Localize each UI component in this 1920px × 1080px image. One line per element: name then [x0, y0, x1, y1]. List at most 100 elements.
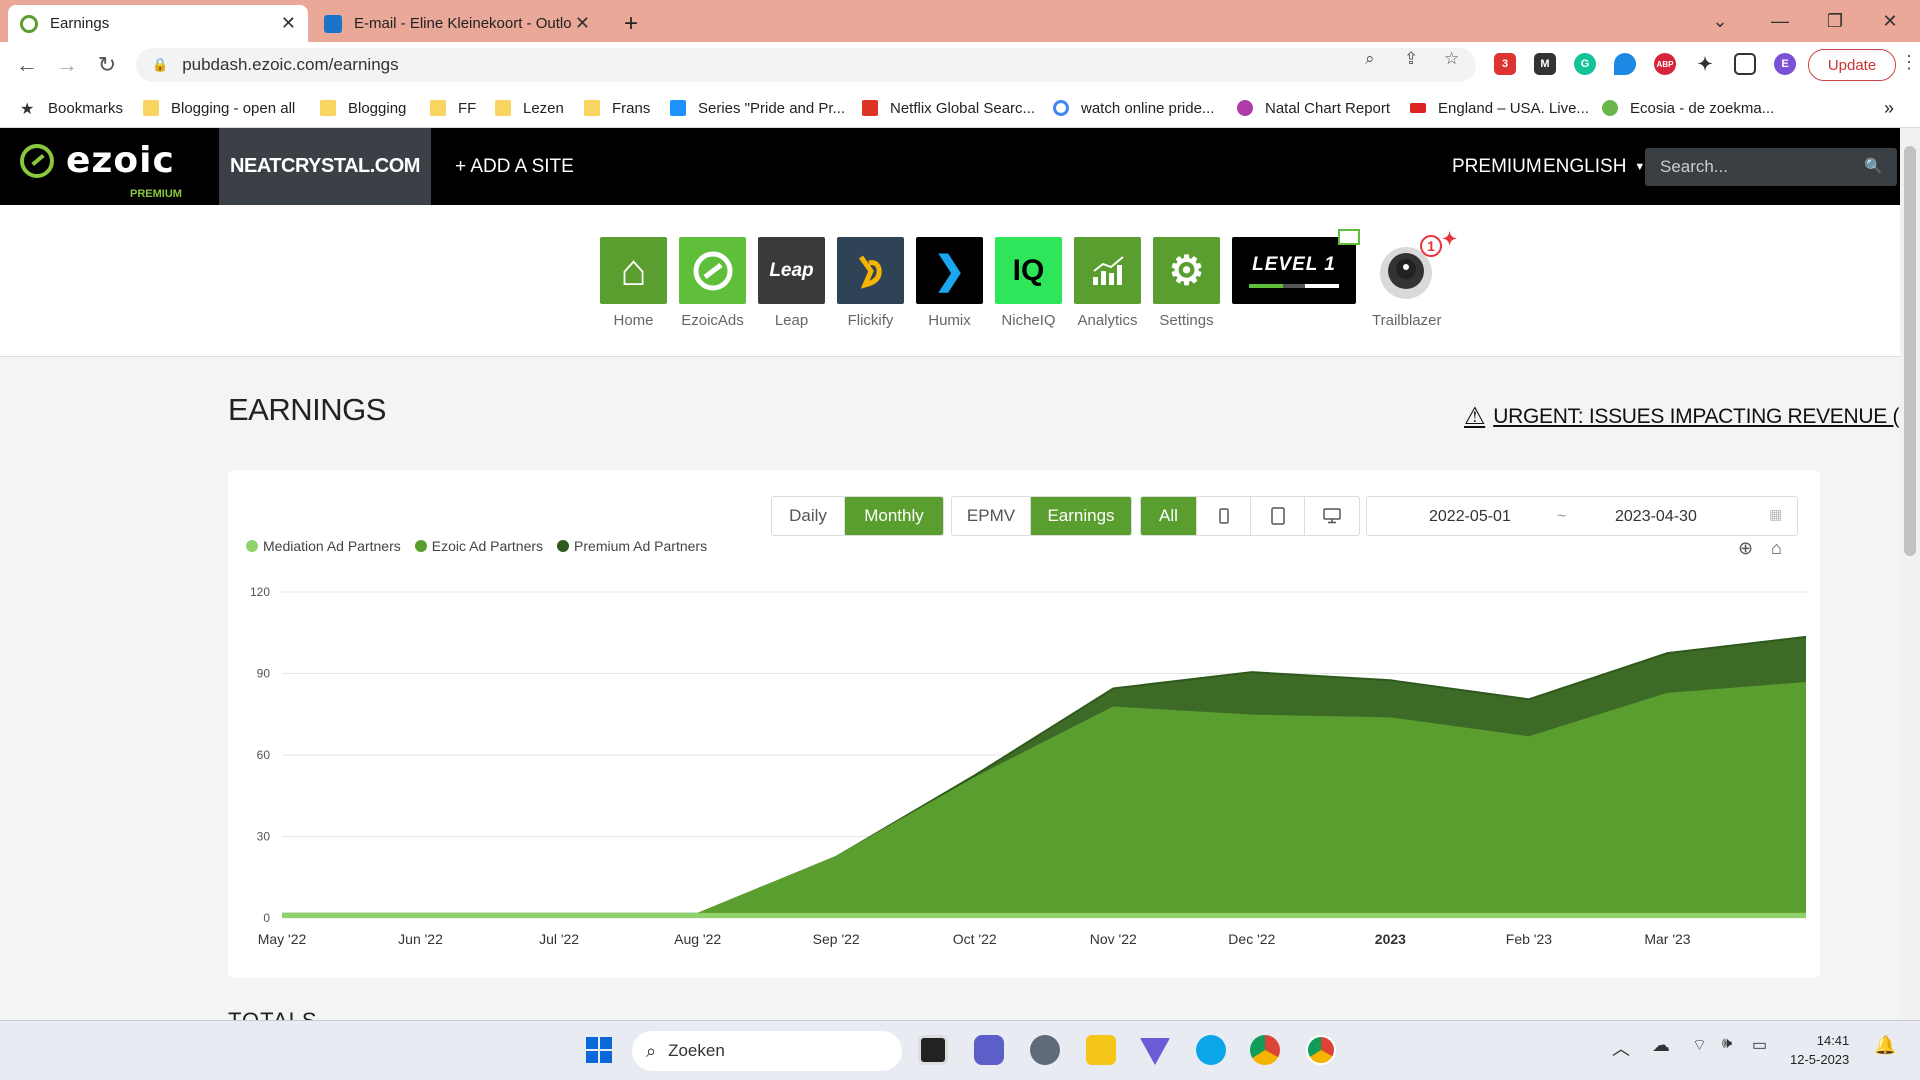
- tab-close-icon[interactable]: ✕: [281, 13, 296, 34]
- bookmarks-bar: ★ Bookmarks Blogging - open all Blogging …: [0, 88, 1920, 128]
- share-icon[interactable]: ⇪: [1404, 49, 1418, 69]
- add-site-link[interactable]: + ADD A SITE: [455, 128, 574, 205]
- adblock-icon[interactable]: ABP: [1654, 53, 1676, 75]
- bookmark-item[interactable]: ★ Bookmarks: [20, 96, 123, 120]
- bookmark-folder[interactable]: Blogging - open all: [143, 96, 295, 120]
- folder-icon: [320, 100, 336, 116]
- profile-avatar[interactable]: E: [1774, 53, 1796, 75]
- teams-chat-icon[interactable]: [974, 1035, 1004, 1065]
- bookmark-item[interactable]: England – USA. Live...: [1410, 96, 1589, 120]
- bookmark-item[interactable]: Series "Pride and Pr...: [670, 96, 845, 120]
- bookmark-item[interactable]: Netflix Global Searc...: [862, 96, 1035, 120]
- window-close-icon[interactable]: ✕: [1860, 0, 1920, 42]
- address-bar[interactable]: 🔒 pubdash.ezoic.com/earnings: [136, 48, 1476, 82]
- scrollbar-thumb[interactable]: [1904, 146, 1916, 556]
- reset-zoom-home-icon[interactable]: ⌂: [1771, 538, 1782, 559]
- update-button[interactable]: Update: [1808, 49, 1896, 81]
- app-nicheiq[interactable]: IQ NicheIQ: [995, 237, 1062, 329]
- date-start[interactable]: 2022-05-01: [1429, 508, 1511, 526]
- more-bookmarks-icon[interactable]: »: [1884, 96, 1894, 120]
- chrome-icon[interactable]: [1250, 1035, 1280, 1065]
- metric-toggle: EPMV Earnings: [951, 496, 1132, 536]
- vpn-icon[interactable]: [1140, 1038, 1170, 1065]
- drop-extension-icon[interactable]: [1614, 53, 1636, 75]
- language-dropdown[interactable]: ENGLISH ▼: [1543, 128, 1645, 205]
- app-analytics[interactable]: Analytics: [1074, 237, 1141, 329]
- app-flickify[interactable]: Flickify: [837, 237, 904, 329]
- volume-icon[interactable]: 🕪: [1722, 1035, 1752, 1065]
- restore-icon[interactable]: ❐: [1805, 0, 1865, 42]
- bookmark-folder[interactable]: FF: [430, 96, 476, 120]
- bookmark-folder[interactable]: Lezen: [495, 96, 564, 120]
- file-explorer-icon[interactable]: [1086, 1035, 1116, 1065]
- app-humix[interactable]: ❯ Humix: [916, 237, 983, 329]
- browser-menu-icon[interactable]: ⋮: [1900, 52, 1918, 73]
- notifications-icon[interactable]: 🔔: [1874, 1035, 1904, 1065]
- bookmark-star-icon[interactable]: ☆: [1444, 49, 1459, 69]
- taskbar-search[interactable]: ⌕ Zoeken: [632, 1031, 902, 1071]
- search-input[interactable]: Search... 🔍: [1645, 148, 1897, 186]
- bookmark-item[interactable]: Ecosia - de zoekma...: [1602, 96, 1774, 120]
- bookmark-item[interactable]: Natal Chart Report: [1237, 96, 1390, 120]
- bookmark-folder[interactable]: Frans: [584, 96, 650, 120]
- monthly-option[interactable]: Monthly: [845, 497, 943, 535]
- minimize-icon[interactable]: —: [1750, 0, 1810, 42]
- bookmark-item[interactable]: watch online pride...: [1053, 96, 1214, 120]
- system-clock[interactable]: 14:41 12-5-2023: [1790, 1031, 1849, 1069]
- zoom-in-icon[interactable]: ⊕: [1738, 538, 1753, 559]
- settings-icon[interactable]: [1030, 1035, 1060, 1065]
- new-tab-button[interactable]: +: [612, 5, 652, 42]
- trailblazer-icon: 1 ✦: [1372, 229, 1457, 304]
- daily-option[interactable]: Daily: [772, 497, 845, 535]
- legend-item[interactable]: Ezoic Ad Partners: [414, 538, 543, 554]
- grammarly-icon[interactable]: G: [1574, 53, 1596, 75]
- ezoic-logo[interactable]: ezoic PREMIUM: [20, 140, 182, 200]
- tab-search-chevron-icon[interactable]: ⌄: [1690, 0, 1750, 42]
- all-devices-option[interactable]: All: [1141, 497, 1197, 535]
- desktop-icon[interactable]: [1305, 497, 1359, 535]
- tray-chevron-icon[interactable]: ︿: [1612, 1035, 1642, 1065]
- tab-close-icon[interactable]: ✕: [575, 13, 590, 34]
- wifi-icon[interactable]: ⌔: [1692, 1035, 1722, 1065]
- bookmark-folder[interactable]: Blogging: [320, 96, 406, 120]
- reload-icon[interactable]: ↻: [92, 50, 122, 80]
- legend-item[interactable]: Premium Ad Partners: [557, 538, 707, 554]
- tab-earnings[interactable]: Earnings ✕: [8, 5, 308, 42]
- premium-link[interactable]: PREMIUM: [1452, 128, 1542, 205]
- app-home[interactable]: ⌂ Home: [600, 237, 667, 329]
- app-ezoicads[interactable]: EzoicAds: [679, 237, 746, 329]
- skype-icon[interactable]: [1196, 1035, 1226, 1065]
- calendar-extension-icon[interactable]: 3: [1494, 53, 1516, 75]
- earnings-option[interactable]: Earnings: [1031, 497, 1131, 535]
- date-range-picker[interactable]: 2022-05-01 ~ 2023-04-30 ▦: [1366, 496, 1798, 536]
- date-end[interactable]: 2023-04-30: [1615, 508, 1697, 526]
- side-panel-icon[interactable]: [1734, 53, 1756, 75]
- battery-icon[interactable]: ▭: [1752, 1035, 1782, 1065]
- windows-start-icon[interactable]: [584, 1035, 614, 1065]
- m-extension-icon[interactable]: M: [1534, 53, 1556, 75]
- task-view-icon[interactable]: [918, 1035, 948, 1065]
- urgent-issues-link[interactable]: ⚠ URGENT: ISSUES IMPACTING REVENUE (2): [1464, 402, 1918, 431]
- epmv-option[interactable]: EPMV: [952, 497, 1031, 535]
- app-leap[interactable]: Leap Leap: [758, 237, 825, 329]
- humix-icon: ❯: [916, 237, 983, 304]
- app-settings[interactable]: ⚙ Settings: [1153, 237, 1220, 329]
- back-icon[interactable]: ←: [12, 50, 42, 80]
- zoom-icon[interactable]: ⌕: [1365, 49, 1375, 69]
- page-scrollbar[interactable]: [1900, 128, 1920, 1020]
- search-icon[interactable]: 🔍: [1864, 157, 1883, 175]
- calendar-icon[interactable]: ▦: [1769, 506, 1782, 523]
- mobile-icon[interactable]: [1197, 497, 1251, 535]
- tab-outlook[interactable]: E-mail - Eline Kleinekoort - Outlo ✕: [312, 5, 602, 42]
- mail-icon[interactable]: [1338, 229, 1360, 245]
- site-selector[interactable]: NEATCRYSTAL.COM: [219, 128, 431, 205]
- onedrive-icon[interactable]: ☁: [1652, 1035, 1682, 1065]
- x-tick-label: Jul '22: [539, 931, 579, 947]
- tablet-icon[interactable]: [1251, 497, 1305, 535]
- app-trailblazer[interactable]: 1 ✦ Trailblazer: [1372, 229, 1457, 329]
- chrome-profile-icon[interactable]: [1306, 1035, 1336, 1065]
- legend-item[interactable]: Mediation Ad Partners: [246, 538, 401, 554]
- forward-icon[interactable]: →: [52, 50, 82, 80]
- extensions-puzzle-icon[interactable]: ✦: [1694, 53, 1716, 75]
- app-level[interactable]: LEVEL 1: [1232, 229, 1360, 304]
